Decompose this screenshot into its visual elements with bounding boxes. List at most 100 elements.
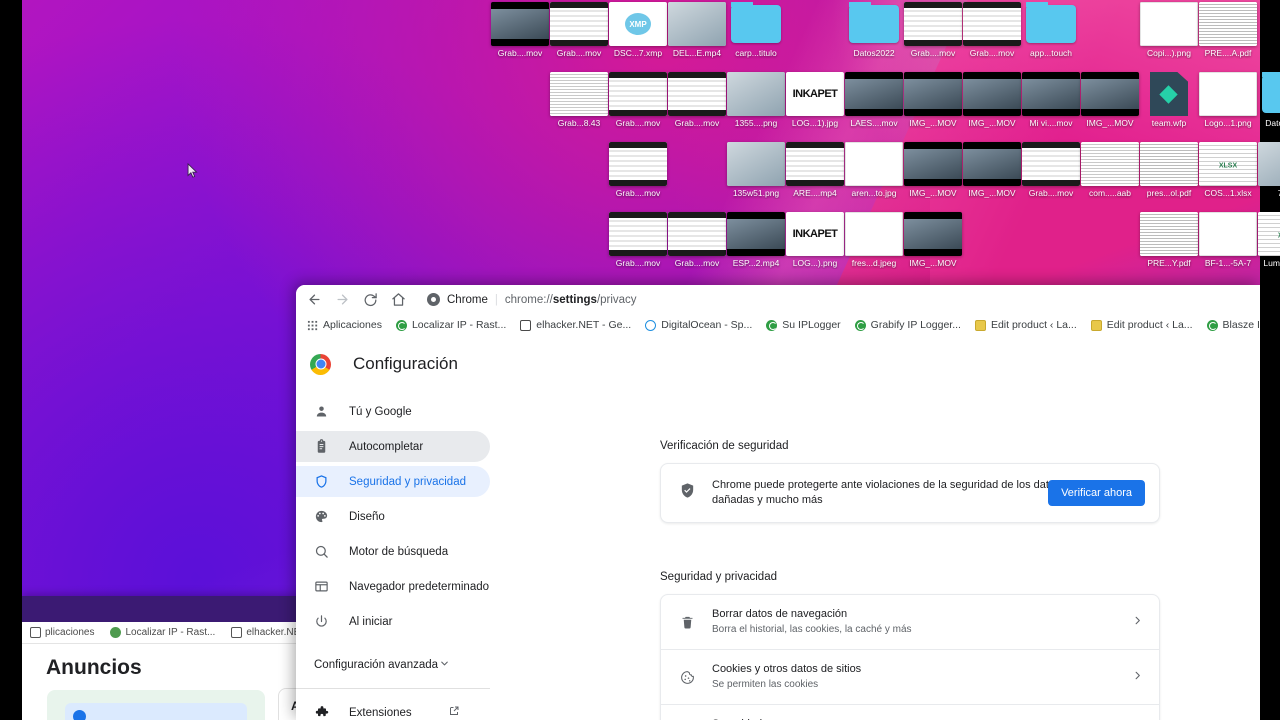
desktop-file-icon[interactable]: team.wfp xyxy=(1138,72,1200,129)
desktop-file-icon[interactable]: Grab....mov xyxy=(666,72,728,129)
desktop-file-icon[interactable]: aren...to.jpg xyxy=(843,142,905,199)
bookmark-label: elhacker.NET - Ge... xyxy=(536,319,632,331)
privacy-settings-card: Borrar datos de navegación Borra el histo… xyxy=(660,594,1160,720)
back-button[interactable] xyxy=(302,287,327,312)
shot-thumbnail-icon xyxy=(609,142,667,186)
sidebar-item-motor-de-b-squeda[interactable]: Motor de búsqueda xyxy=(296,536,490,567)
bg-bookmark-item[interactable]: Localizar IP - Rast... xyxy=(110,627,215,638)
movie-thumbnail-icon xyxy=(904,72,962,116)
desktop-file-icon[interactable]: IMG_...MOV xyxy=(902,142,964,199)
sidebar-divider xyxy=(296,688,490,689)
privacy-setting-row[interactable]: SeguridadNavegación segura (protección c… xyxy=(661,704,1159,720)
desktop-file-icon[interactable]: 7.jpg xyxy=(1256,142,1280,199)
desktop-file-icon[interactable]: IMG_...MOV xyxy=(1079,72,1141,129)
desktop-file-icon[interactable]: Copi...).png xyxy=(1138,2,1200,59)
desktop-file-icon[interactable]: Grab...8.43 xyxy=(548,72,610,129)
sidebar-item-extensiones[interactable]: Extensiones xyxy=(296,697,490,720)
desktop-file-icon[interactable]: IMG_...MOV xyxy=(902,212,964,269)
bookmark-item[interactable]: Aplicaciones xyxy=(300,317,389,333)
bookmark-item[interactable]: DigitalOcean - Sp... xyxy=(638,317,759,333)
desktop-file-label: Grab....mov xyxy=(556,48,602,58)
desktop-file-icon[interactable]: Logo...1.png xyxy=(1197,72,1259,129)
desktop-file-icon[interactable]: pres...ol.pdf xyxy=(1138,142,1200,199)
desktop-icon-grid: Grab....mov Grab....mov XMP DSC...7.xmp DEL.… xyxy=(0,0,1280,300)
pdf-thumbnail-icon xyxy=(1140,142,1198,186)
sidebar-item-al-iniciar[interactable]: Al iniciar xyxy=(296,606,490,637)
privacy-setting-row[interactable]: Borrar datos de navegación Borra el histo… xyxy=(661,595,1159,649)
desktop-file-icon[interactable]: Grab....mov xyxy=(607,72,669,129)
bookmark-item[interactable]: Edit product ‹ La... xyxy=(968,317,1084,333)
bookmarks-bar[interactable]: Aplicaciones Localizar IP - Rast... elhack… xyxy=(296,314,1260,336)
chrome-browser-window[interactable]: Chrome | chrome://settings/privacy Aplic… xyxy=(296,285,1260,720)
safety-check-card: Chrome puede protegerte ante violaciones… xyxy=(660,463,1160,523)
desktop-file-icon[interactable]: BF-1...-5A-7 xyxy=(1197,212,1259,269)
background-green-card xyxy=(47,690,265,720)
desktop-file-icon[interactable]: ARE....mp4 xyxy=(784,142,846,199)
desktop-file-icon[interactable]: com.....aab xyxy=(1079,142,1141,199)
desktop-file-icon[interactable]: 1355....png xyxy=(725,72,787,129)
privacy-setting-row[interactable]: Cookies y otros datos de sitios Se permit… xyxy=(661,649,1159,704)
desktop-file-icon[interactable]: IMG_...MOV xyxy=(902,72,964,129)
desktop-file-icon[interactable]: Dato...itorio xyxy=(1256,72,1280,129)
bookmark-item[interactable]: Blasze IP Logger xyxy=(1200,317,1260,333)
bookmark-label: Edit product ‹ La... xyxy=(990,319,1077,331)
desktop-file-icon[interactable]: COS...1.xlsx xyxy=(1197,142,1259,199)
privacy-heading: Seguridad y privacidad xyxy=(660,571,777,583)
desktop-file-icon[interactable]: app...touch xyxy=(1020,2,1082,59)
shot-thumbnail-icon xyxy=(550,2,608,46)
desktop-file-icon[interactable]: carp...titulo xyxy=(725,2,787,59)
desktop-file-icon[interactable]: Grab....mov xyxy=(607,142,669,199)
safety-check-heading: Verificación de seguridad xyxy=(660,440,789,452)
omnibox-url: chrome://settings/privacy xyxy=(505,294,637,306)
sidebar-item-label: Navegador predeterminado xyxy=(349,580,490,593)
sidebar-item-t-y-google[interactable]: Tú y Google xyxy=(296,396,490,427)
desktop-file-icon[interactable]: PRE....A.pdf xyxy=(1197,2,1259,59)
desktop-file-icon[interactable]: Grab....mov xyxy=(548,2,610,59)
bookmark-item[interactable]: Edit product ‹ La... xyxy=(1084,317,1200,333)
desktop-file-icon[interactable]: Grab....mov xyxy=(666,212,728,269)
desktop-file-icon[interactable]: Grab....mov xyxy=(607,212,669,269)
desktop-file-icon[interactable]: PRE...Y.pdf xyxy=(1138,212,1200,269)
advanced-settings-toggle[interactable]: Configuración avanzada xyxy=(296,649,490,680)
desktop-file-icon[interactable]: fres...d.jpeg xyxy=(843,212,905,269)
desktop-file-icon[interactable]: Lumi...1.xlsx xyxy=(1256,212,1280,269)
desktop-file-icon[interactable]: IMG_...MOV xyxy=(961,72,1023,129)
sidebar-item-autocompletar[interactable]: Autocompletar xyxy=(296,431,490,462)
shot-thumbnail-icon xyxy=(668,212,726,256)
bg-bookmark-item[interactable]: plicaciones xyxy=(30,627,94,638)
reload-button[interactable] xyxy=(358,287,383,312)
bookmark-item[interactable]: elhacker.NET - Ge... xyxy=(513,317,638,333)
desktop-file-icon[interactable]: Grab....mov xyxy=(1020,142,1082,199)
desktop-file-icon[interactable]: LAES....mov xyxy=(843,72,905,129)
globe-icon xyxy=(854,319,866,331)
bookmark-item[interactable]: Grabify IP Logger... xyxy=(848,317,968,333)
home-button[interactable] xyxy=(386,287,411,312)
settings-content: Verificación de seguridad Chrome puede p… xyxy=(512,392,1260,720)
forward-button[interactable] xyxy=(330,287,355,312)
desktop-file-icon[interactable]: Datos2022 xyxy=(843,2,905,59)
desktop-file-icon[interactable]: Grab....mov xyxy=(902,2,964,59)
bg-bookmark-label: plicaciones xyxy=(45,627,95,638)
desktop-file-icon[interactable]: 135w51.png xyxy=(725,142,787,199)
desktop-file-icon[interactable]: ESP...2.mp4 xyxy=(725,212,787,269)
bookmark-item[interactable]: Localizar IP - Rast... xyxy=(389,317,513,333)
desktop-file-label: 1355....png xyxy=(734,118,778,128)
sidebar-item-dise-o[interactable]: Diseño xyxy=(296,501,490,532)
desktop-file-icon[interactable]: Grab....mov xyxy=(961,2,1023,59)
run-safety-check-button[interactable]: Verificar ahora xyxy=(1048,480,1145,506)
desktop-file-icon[interactable]: IMG_...MOV xyxy=(961,142,1023,199)
shield-check-icon xyxy=(679,482,696,504)
address-bar[interactable]: Chrome | chrome://settings/privacy xyxy=(419,289,1254,310)
desktop-file-icon[interactable]: Grab....mov xyxy=(489,2,551,59)
blue-dot-icon xyxy=(73,710,86,720)
desktop-file-icon[interactable]: XMP DSC...7.xmp xyxy=(607,2,669,59)
desktop-file-icon[interactable]: INKAPET LOG...1).jpg xyxy=(784,72,846,129)
desktop-file-icon[interactable]: DEL...E.mp4 xyxy=(666,2,728,59)
globe-icon xyxy=(766,319,778,331)
desktop-file-icon[interactable]: Mi vi....mov xyxy=(1020,72,1082,129)
sidebar-item-seguridad-y-privacidad[interactable]: Seguridad y privacidad xyxy=(296,466,490,497)
sidebar-item-navegador-predeterminado[interactable]: Navegador predeterminado xyxy=(296,571,490,602)
bookmark-item[interactable]: Su IPLogger xyxy=(759,317,847,333)
desktop-file-icon[interactable]: INKAPET LOG...).png xyxy=(784,212,846,269)
person-icon xyxy=(314,404,329,419)
